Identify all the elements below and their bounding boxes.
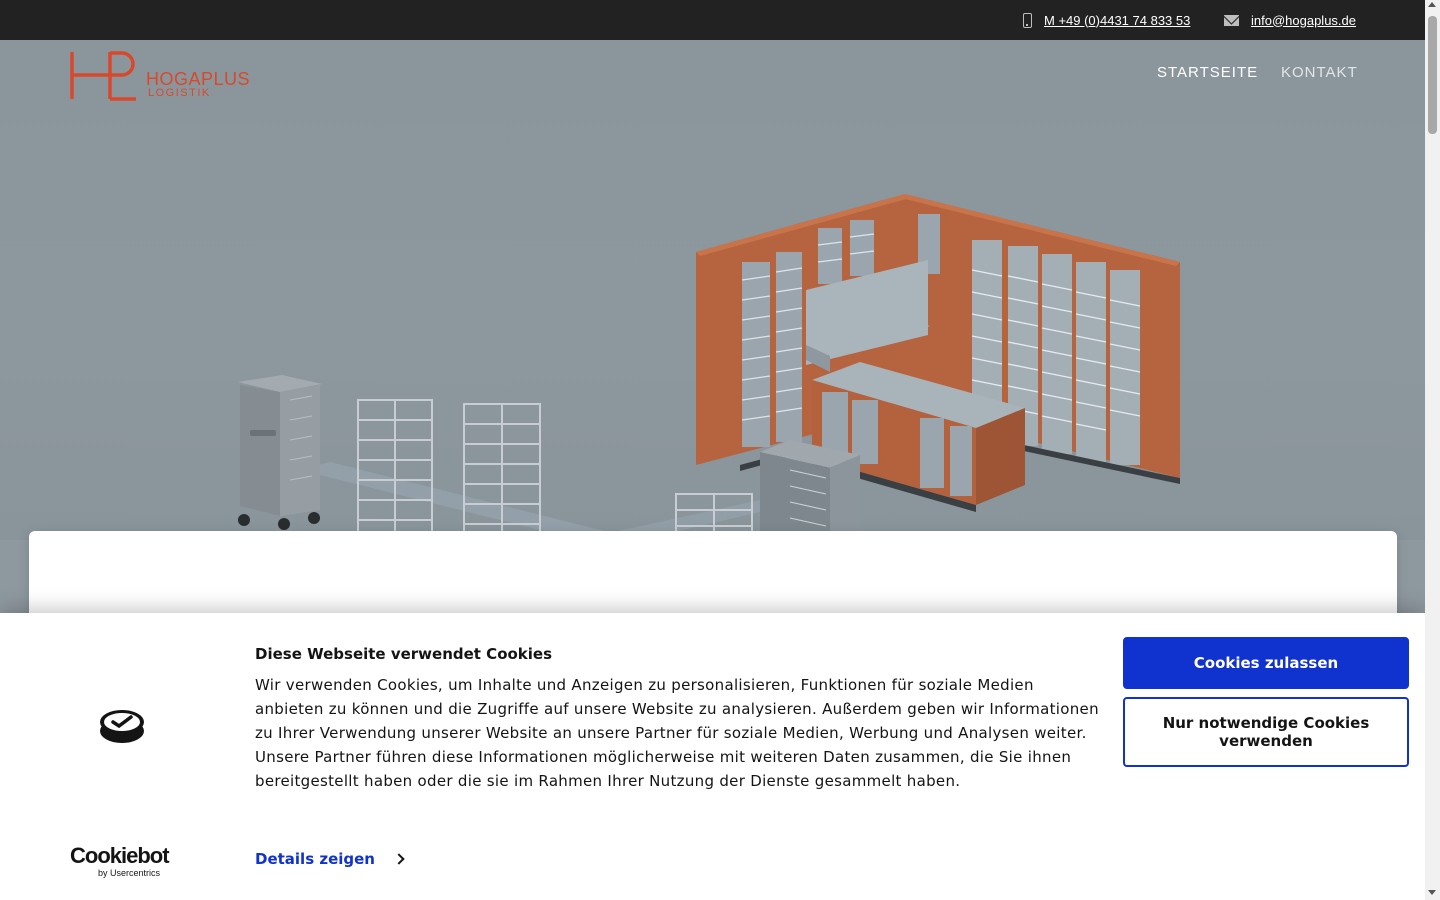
hp-monogram-icon <box>70 51 136 101</box>
scrollbar-thumb[interactable] <box>1428 16 1437 134</box>
details-link-label: Details zeigen <box>255 850 375 868</box>
cookiebot-wordmark: Cookiebot <box>70 843 170 868</box>
chevron-right-icon <box>393 853 405 865</box>
cookiebot-brand: Cookiebot by Usercentrics <box>70 843 180 879</box>
email-contact: info@hogaplus.de <box>1224 0 1356 40</box>
cookie-title: Diese Webseite verwendet Cookies <box>255 645 553 663</box>
scroll-up-icon[interactable] <box>1428 2 1436 7</box>
top-contact-bar: M +49 (0)4431 74 833 53 info@hogaplus.de <box>0 0 1425 40</box>
hero-illustration <box>238 194 1180 540</box>
necessary-cookies-button[interactable]: Nur notwendige Cookies verwenden <box>1123 697 1409 767</box>
cookie-description: Wir verwenden Cookies, um Inhalte und An… <box>255 676 1099 790</box>
hero-section <box>0 40 1425 540</box>
phone-contact: M +49 (0)4431 74 833 53 <box>1023 0 1190 40</box>
cookiebot-byline: by Usercentrics <box>98 868 161 878</box>
details-link[interactable]: Details zeigen <box>255 850 405 868</box>
logo-subline: LOGISTIK <box>148 87 211 99</box>
email-link[interactable]: info@hogaplus.de <box>1251 13 1356 28</box>
scroll-down-icon[interactable] <box>1428 890 1436 895</box>
page-scrollbar[interactable] <box>1425 0 1440 900</box>
phone-link[interactable]: M +49 (0)4431 74 833 53 <box>1044 13 1190 28</box>
nav-item-kontakt[interactable]: KONTAKT <box>1281 64 1358 84</box>
nav-item-startseite[interactable]: STARTSEITE <box>1157 64 1258 84</box>
cookiebot-logo-icon <box>100 710 144 743</box>
phone-icon <box>1023 12 1032 28</box>
logo-wordmark: HOGAPLUS <box>146 69 251 89</box>
allow-cookies-button[interactable]: Cookies zulassen <box>1123 637 1409 689</box>
mail-icon <box>1224 14 1239 26</box>
hogaplus-logo[interactable]: HOGAPLUS LOGISTIK <box>70 50 260 102</box>
